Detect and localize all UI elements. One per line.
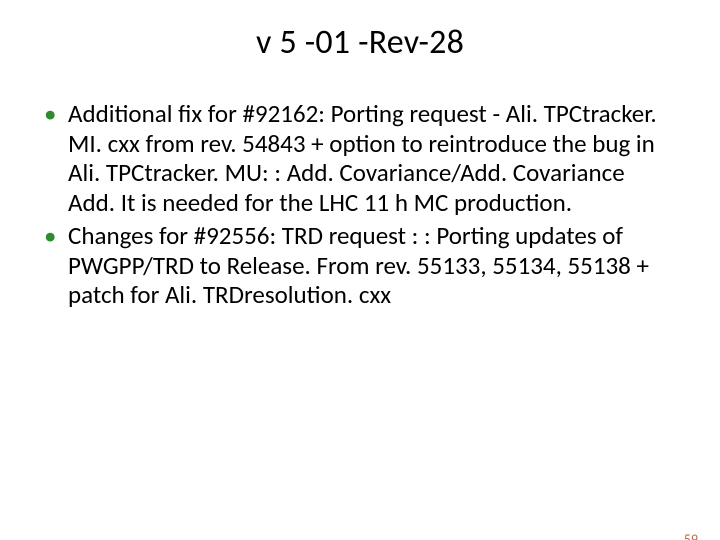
slide-title: v 5 -01 -Rev-28 — [0, 22, 720, 63]
list-item: Changes for #92556: TRD request : : Port… — [68, 221, 672, 310]
page-number: 59 — [684, 531, 698, 540]
slide-content: Additional fix for #92162: Porting reque… — [0, 99, 720, 310]
slide: v 5 -01 -Rev-28 Additional fix for #9216… — [0, 22, 720, 540]
bullet-list: Additional fix for #92162: Porting reque… — [68, 99, 672, 310]
list-item: Additional fix for #92162: Porting reque… — [68, 99, 672, 217]
